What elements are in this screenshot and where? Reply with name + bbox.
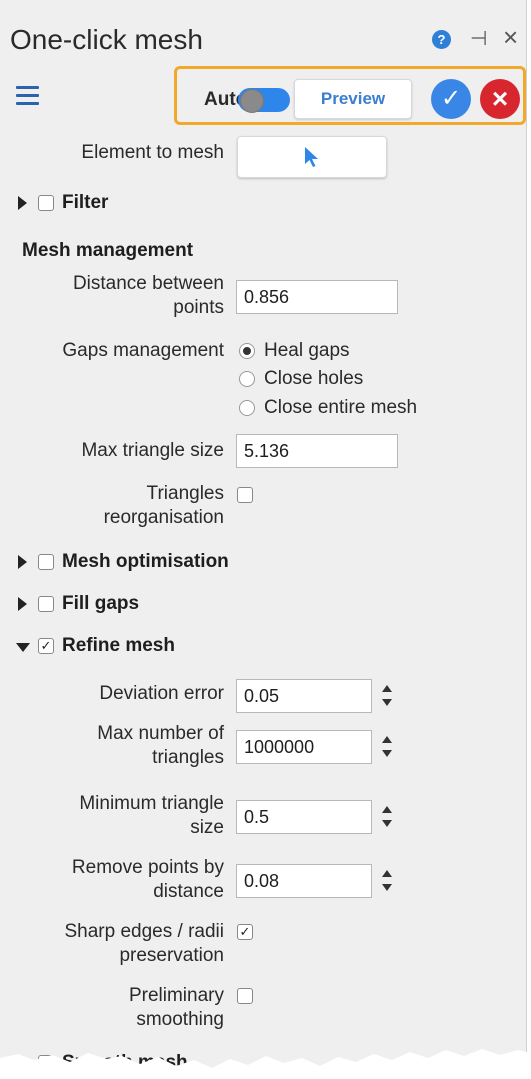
x-icon: ×: [491, 83, 509, 114]
refine-mesh-checkbox[interactable]: ✓: [38, 638, 54, 654]
max-number-of-triangles-stepper[interactable]: [378, 730, 396, 764]
refine-mesh-label: Refine mesh: [62, 635, 175, 656]
minimum-triangle-size-label: Minimum triangle size: [79, 793, 224, 838]
distance-between-points-label: Distance between points: [72, 273, 224, 318]
auto-toggle[interactable]: [238, 88, 290, 113]
remove-points-by-distance-input[interactable]: 0.08: [236, 864, 372, 898]
help-circle-icon[interactable]: ?: [432, 30, 451, 49]
deviation-error-stepper[interactable]: [378, 679, 396, 713]
radio-heal-gaps-label: Heal gaps: [264, 340, 350, 361]
triangles-reorganisation-checkbox[interactable]: [237, 487, 253, 503]
max-triangle-size-input[interactable]: 5.136: [236, 434, 398, 468]
one-click-mesh-panel: One-click mesh ? ⊣ × Auto Preview ✓ × El…: [0, 0, 527, 1079]
deviation-error-label: Deviation error: [99, 683, 224, 704]
mesh-management-heading: Mesh management: [22, 240, 194, 261]
pin-icon[interactable]: ⊣: [470, 26, 487, 51]
element-to-mesh-label: Element to mesh: [81, 142, 224, 163]
refine-mesh-collapse-arrow[interactable]: [16, 643, 30, 652]
filter-label: Filter: [62, 192, 109, 213]
pick-element-button[interactable]: [237, 136, 387, 178]
ok-button[interactable]: ✓: [431, 79, 471, 119]
fill-gaps-checkbox[interactable]: [38, 596, 54, 612]
checkmark-icon: ✓: [440, 85, 462, 112]
radio-heal-gaps[interactable]: [239, 343, 255, 359]
mesh-optimisation-checkbox[interactable]: [38, 554, 54, 570]
filter-expand-arrow[interactable]: [18, 196, 27, 210]
sharp-edges-preservation-checkbox[interactable]: ✓: [237, 924, 253, 940]
pointer-cursor-icon: [305, 147, 318, 167]
gaps-management-label: Gaps management: [62, 340, 224, 361]
minimum-triangle-size-input[interactable]: 0.5: [236, 800, 372, 834]
max-number-of-triangles-label: Max number of triangles: [97, 723, 224, 768]
mesh-optimisation-expand-arrow[interactable]: [18, 555, 27, 569]
distance-between-points-input[interactable]: 0.856: [236, 280, 398, 314]
max-number-of-triangles-input[interactable]: 1000000: [236, 730, 372, 764]
filter-checkbox[interactable]: [38, 195, 54, 211]
remove-points-by-distance-stepper[interactable]: [378, 864, 396, 898]
preliminary-smoothing-label: Preliminary smoothing: [128, 985, 224, 1030]
close-icon[interactable]: ×: [503, 22, 518, 53]
radio-close-entire-mesh-label: Close entire mesh: [264, 397, 418, 418]
torn-edge-decoration: [0, 1049, 531, 1079]
radio-close-entire-mesh[interactable]: [239, 400, 255, 416]
cancel-button[interactable]: ×: [480, 79, 520, 119]
panel-title: One-click mesh: [10, 24, 203, 55]
hamburger-menu-icon[interactable]: [16, 86, 39, 110]
preliminary-smoothing-checkbox[interactable]: [237, 988, 253, 1004]
radio-close-holes-label: Close holes: [264, 368, 364, 389]
fill-gaps-label: Fill gaps: [62, 593, 140, 614]
fill-gaps-expand-arrow[interactable]: [18, 597, 27, 611]
remove-points-by-distance-label: Remove points by distance: [71, 857, 224, 902]
triangles-reorganisation-label: Triangles reorganisation: [103, 483, 224, 528]
max-triangle-size-label: Max triangle size: [81, 440, 224, 461]
sharp-edges-preservation-label: Sharp edges / radii preservation: [64, 921, 225, 966]
preview-button[interactable]: Preview: [294, 79, 412, 119]
mesh-optimisation-label: Mesh optimisation: [62, 551, 229, 572]
minimum-triangle-size-stepper[interactable]: [378, 800, 396, 834]
deviation-error-input[interactable]: 0.05: [236, 679, 372, 713]
radio-close-holes[interactable]: [239, 371, 255, 387]
